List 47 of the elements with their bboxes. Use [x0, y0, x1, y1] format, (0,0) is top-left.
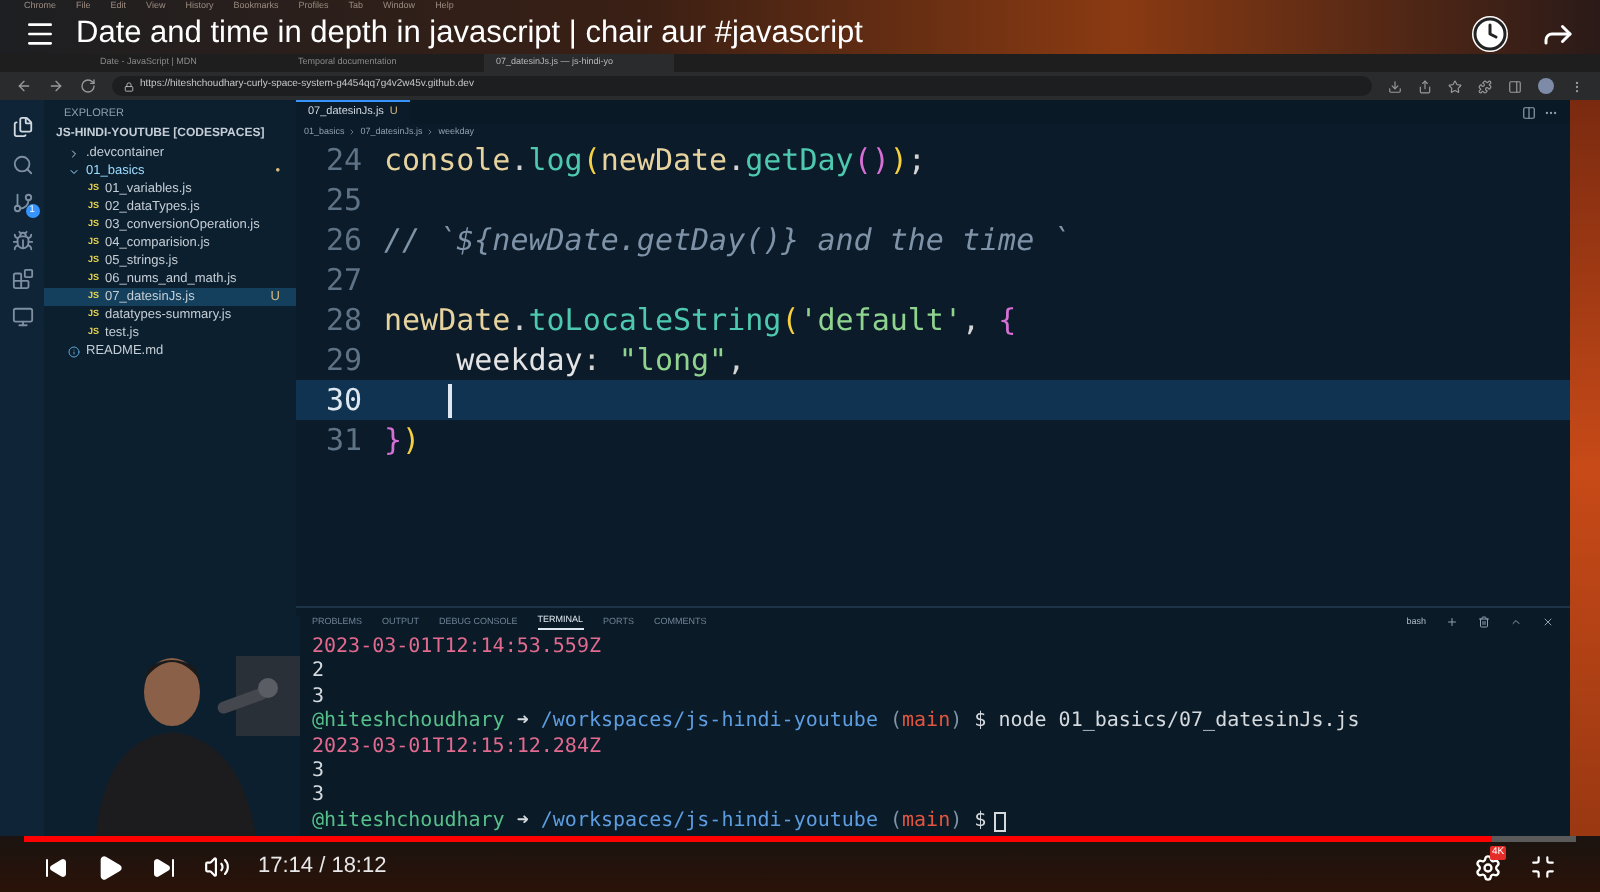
- previous-icon[interactable]: [44, 855, 68, 879]
- code-line: 24 console.log(newDate.getDay());: [323, 140, 928, 180]
- code-line: 29 weekday: "long",: [323, 340, 748, 380]
- terminal-line: 3: [312, 760, 327, 785]
- terminal-line: @hiteshchoudhary ➜ /workspaces/js-hindi-youtube (main) $ node 01_basics/07_datesinJs.js: [312, 710, 1362, 736]
- extensions-icon[interactable]: [11, 268, 33, 290]
- terminal-line: 2023-03-01T12:15:12.284Z: [312, 735, 603, 761]
- branch-icon[interactable]: [11, 192, 33, 214]
- code-line: 26 // `${newDate.getDay()} and the time `: [323, 220, 1073, 260]
- code-line: 31 }): [323, 420, 423, 460]
- terminal-line: 2: [312, 660, 327, 686]
- code-line: 28 newDate.toLocaleString('default', {: [323, 300, 1019, 340]
- menu-icon[interactable]: [24, 18, 56, 50]
- video-title: Date and time in depth in javascript | chair aur #javascript: [76, 14, 865, 55]
- bookmark-icon[interactable]: [1448, 79, 1462, 93]
- time-display: 17:14 / 18:12: [258, 852, 387, 883]
- code-line: 27: [323, 260, 364, 300]
- terminal-line: 2023-03-01T12:14:53.559Z: [312, 636, 603, 661]
- add-icon[interactable]: [1446, 616, 1458, 628]
- back-icon[interactable]: [16, 78, 32, 94]
- forward-icon[interactable]: [48, 78, 64, 94]
- monitor-icon[interactable]: [11, 306, 33, 328]
- watch-later-icon[interactable]: [1472, 16, 1508, 52]
- files-icon[interactable]: [11, 116, 33, 138]
- play-icon[interactable]: [96, 853, 124, 881]
- terminal-line: 3: [312, 685, 327, 710]
- code-line: 25: [323, 180, 364, 220]
- split-editor-icon[interactable]: [1522, 105, 1536, 119]
- terminal-line: @hiteshchoudhary ➜ /workspaces/js-hindi-youtube (main) $: [312, 809, 1570, 835]
- share-page-icon[interactable]: [1418, 79, 1432, 93]
- extensions-icon[interactable]: [1478, 79, 1492, 93]
- terminal-line: 3: [312, 784, 327, 810]
- settings-icon[interactable]: [1474, 853, 1502, 881]
- next-icon[interactable]: [152, 855, 176, 879]
- side-panel-icon[interactable]: [1508, 79, 1522, 93]
- exit-fullscreen-icon[interactable]: [1530, 854, 1556, 880]
- reload-icon[interactable]: [80, 78, 96, 94]
- volume-icon[interactable]: [204, 854, 230, 880]
- search-icon[interactable]: [11, 154, 33, 176]
- maximize-icon[interactable]: [1510, 616, 1522, 628]
- trash-icon[interactable]: [1478, 616, 1490, 628]
- info-icon: [68, 345, 80, 357]
- debug-icon[interactable]: [11, 230, 33, 252]
- download-icon[interactable]: [1388, 79, 1402, 93]
- text-cursor: [448, 383, 451, 417]
- profile-avatar[interactable]: [1538, 78, 1554, 94]
- close-icon[interactable]: [1542, 616, 1554, 628]
